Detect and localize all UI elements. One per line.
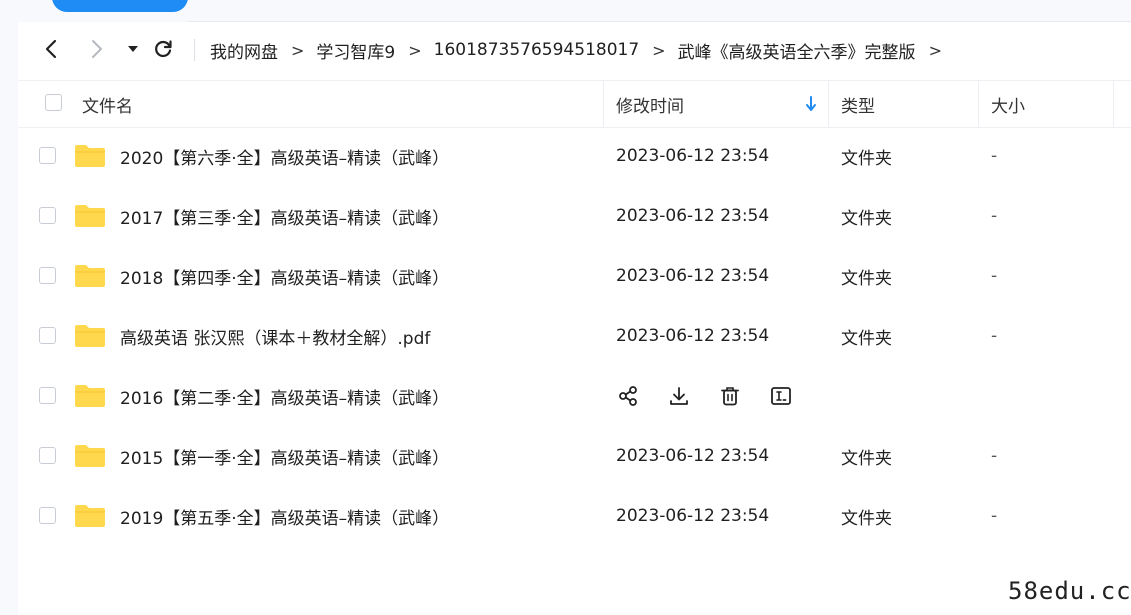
rename-icon [771, 387, 791, 405]
modified-time: 2023-06-12 23:54 [616, 506, 770, 526]
folder-icon [75, 205, 105, 227]
column-divider [978, 81, 979, 127]
history-dropdown-button[interactable] [120, 36, 146, 62]
file-name[interactable]: 2020【第六季·全】高级英语–精读（武峰） [120, 126, 449, 186]
refresh-button[interactable] [150, 36, 176, 62]
column-divider [828, 81, 829, 127]
column-header-size[interactable]: 大小 [991, 81, 1025, 127]
table-row[interactable]: 2015【第一季·全】高级英语–精读（武峰） 2023-06-12 23:54 … [18, 426, 1131, 486]
breadcrumb-separator: > [408, 40, 422, 60]
upload-button[interactable] [52, 0, 188, 12]
column-divider [603, 81, 604, 127]
modified-time: 2023-06-12 23:54 [616, 266, 770, 286]
file-name[interactable]: 2018【第四季·全】高级英语–精读（武峰） [120, 246, 449, 306]
breadcrumb-separator: > [291, 40, 305, 60]
column-header-type[interactable]: 类型 [841, 81, 875, 127]
rename-button[interactable] [769, 384, 793, 408]
file-size: - [991, 326, 998, 346]
row-actions [616, 366, 820, 426]
breadcrumb-separator: > [652, 40, 666, 60]
table-row[interactable]: 2018【第四季·全】高级英语–精读（武峰） 2023-06-12 23:54 … [18, 246, 1131, 306]
file-name[interactable]: 高级英语 张汉熙（课本＋教材全解）.pdf [120, 306, 430, 366]
file-size: - [991, 446, 998, 466]
file-type: 文件夹 [841, 328, 892, 349]
file-name[interactable]: 2019【第五季·全】高级英语–精读（武峰） [120, 486, 449, 546]
back-button[interactable] [38, 36, 64, 62]
row-checkbox[interactable] [39, 207, 56, 224]
delete-icon [721, 387, 739, 406]
breadcrumb-item[interactable]: 武峰《高级英语全六季》完整版 [678, 38, 916, 63]
file-size: - [991, 146, 998, 166]
folder-icon [75, 325, 105, 347]
file-type: 文件夹 [841, 148, 892, 169]
row-checkbox[interactable] [39, 327, 56, 344]
breadcrumb-item[interactable]: 我的网盘 [210, 38, 278, 63]
file-name[interactable]: 2017【第三季·全】高级英语–精读（武峰） [120, 186, 449, 246]
row-checkbox[interactable] [39, 507, 56, 524]
folder-icon [75, 385, 105, 407]
share-button[interactable] [616, 384, 640, 408]
file-size: - [991, 206, 998, 226]
select-all-checkbox[interactable] [45, 94, 62, 111]
breadcrumb-separator[interactable]: > [929, 41, 942, 60]
row-checkbox[interactable] [39, 267, 56, 284]
navigation-bar: 我的网盘 > 学习智库9 > 1601873576594518017 > 武峰《… [18, 22, 1131, 78]
share-icon [619, 386, 637, 406]
file-type: 文件夹 [841, 208, 892, 229]
breadcrumb-item[interactable]: 1601873576594518017 [434, 40, 640, 60]
refresh-icon [155, 40, 172, 58]
delete-button[interactable] [718, 384, 742, 408]
chevron-right-icon [92, 40, 102, 58]
table-row[interactable]: 高级英语 张汉熙（课本＋教材全解）.pdf 2023-06-12 23:54 文… [18, 306, 1131, 366]
column-divider [1113, 81, 1114, 127]
row-checkbox[interactable] [39, 387, 56, 404]
breadcrumb: 我的网盘 > 学习智库9 > 1601873576594518017 > 武峰《… [210, 22, 954, 78]
folder-icon [75, 445, 105, 467]
download-icon [670, 387, 688, 405]
file-type: 文件夹 [841, 268, 892, 289]
modified-time: 2023-06-12 23:54 [616, 146, 770, 166]
row-checkbox[interactable] [39, 147, 56, 164]
table-header: 文件名 修改时间 类型 大小 [18, 80, 1131, 128]
file-size: - [991, 506, 998, 526]
modified-time: 2023-06-12 23:54 [616, 446, 770, 466]
nav-divider [194, 39, 195, 61]
table-row[interactable]: 2019【第五季·全】高级英语–精读（武峰） 2023-06-12 23:54 … [18, 486, 1131, 546]
file-size: - [991, 266, 998, 286]
table-row-hovered[interactable]: 2016【第二季·全】高级英语–精读（武峰） [18, 366, 1131, 426]
modified-time: 2023-06-12 23:54 [616, 326, 770, 346]
chevron-left-icon [45, 39, 57, 59]
table-row[interactable]: 2020【第六季·全】高级英语–精读（武峰） 2023-06-12 23:54 … [18, 126, 1131, 186]
modified-time: 2023-06-12 23:54 [616, 206, 770, 226]
file-name[interactable]: 2016【第二季·全】高级英语–精读（武峰） [120, 366, 449, 426]
column-header-name[interactable]: 文件名 [82, 81, 133, 127]
caret-down-icon [128, 46, 138, 52]
folder-icon [75, 145, 105, 167]
folder-icon [75, 505, 105, 527]
breadcrumb-item[interactable]: 学习智库9 [316, 38, 395, 63]
file-type: 文件夹 [841, 508, 892, 529]
folder-icon [75, 265, 105, 287]
column-header-modified[interactable]: 修改时间 [616, 81, 684, 127]
sort-descending-icon[interactable] [805, 96, 817, 116]
row-checkbox[interactable] [39, 447, 56, 464]
file-type: 文件夹 [841, 448, 892, 469]
table-row[interactable]: 2017【第三季·全】高级英语–精读（武峰） 2023-06-12 23:54 … [18, 186, 1131, 246]
watermark: 58edu.cc [1008, 577, 1131, 605]
left-panel-edge [0, 0, 18, 615]
download-button[interactable] [667, 384, 691, 408]
file-name[interactable]: 2015【第一季·全】高级英语–精读（武峰） [120, 426, 449, 486]
file-list: 2020【第六季·全】高级英语–精读（武峰） 2023-06-12 23:54 … [18, 126, 1131, 546]
forward-button[interactable] [84, 36, 110, 62]
